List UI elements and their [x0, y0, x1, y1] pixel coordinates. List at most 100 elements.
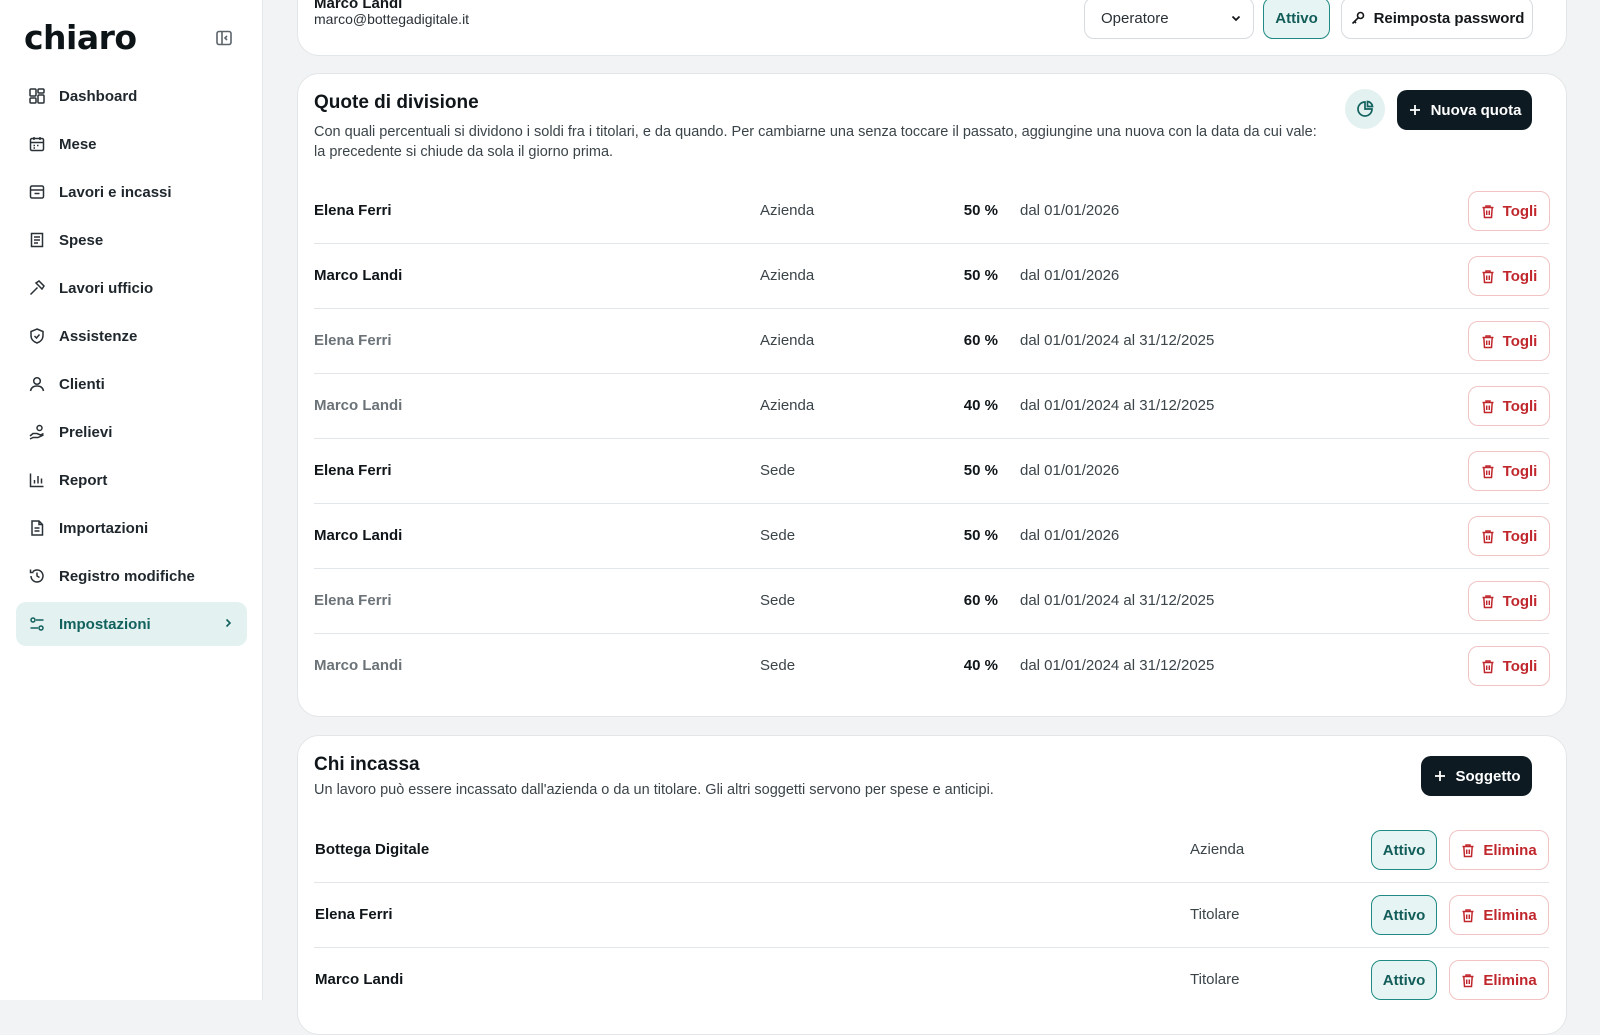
file-import-icon: [28, 519, 46, 537]
remove-label: Togli: [1502, 592, 1538, 610]
remove-label: Togli: [1502, 397, 1538, 415]
sidebar-item-lavori-incassi[interactable]: Lavori e incassi: [16, 170, 247, 214]
settings-sliders-icon: [28, 615, 46, 633]
sidebar-item-label: Report: [59, 471, 108, 489]
sidebar-item-label: Dashboard: [59, 87, 138, 105]
new-quota-button[interactable]: Nuova quota: [1397, 90, 1532, 130]
key-icon: [1350, 10, 1366, 26]
quote-scope: Azienda: [760, 202, 815, 219]
quote-row: Elena Ferri Sede 50 % dal 01/01/2026 Tog…: [314, 439, 1550, 504]
reset-password-button[interactable]: Reimposta password: [1341, 0, 1533, 39]
user-icon: [28, 375, 46, 393]
remove-label: Togli: [1502, 657, 1538, 675]
quote-scope: Sede: [760, 657, 796, 674]
subject-name: Bottega Digitale: [315, 841, 430, 858]
receipt-icon: [28, 231, 46, 249]
delete-subject-button[interactable]: Elimina: [1449, 960, 1549, 1000]
role-select[interactable]: Operatore: [1084, 0, 1254, 39]
quote-holder: Marco Landi: [314, 527, 403, 544]
quote-holder: Elena Ferri: [314, 202, 392, 219]
quote-holder: Elena Ferri: [314, 462, 392, 479]
hand-coins-icon: [28, 423, 46, 441]
remove-quota-button[interactable]: Togli: [1468, 321, 1550, 361]
hammer-icon: [28, 279, 46, 297]
quote-percent: 60 %: [963, 332, 998, 349]
quote-row: Elena Ferri Sede 60 % dal 01/01/2024 al …: [314, 569, 1550, 634]
quote-scope: Azienda: [760, 267, 815, 284]
chi-incassa-title: Chi incassa: [314, 754, 420, 775]
reset-password-label: Reimposta password: [1373, 9, 1525, 27]
chevron-right-icon: [221, 616, 235, 630]
trash-icon: [1481, 464, 1495, 479]
subject-row: Elena Ferri Titolare Attivo Elimina: [314, 883, 1549, 948]
user-status-toggle[interactable]: Attivo: [1263, 0, 1330, 39]
quote-percent: 50 %: [963, 462, 998, 479]
subject-active-toggle[interactable]: Attivo: [1371, 830, 1437, 870]
quote-title: Quote di divisione: [314, 92, 479, 113]
quote-percent: 50 %: [963, 527, 998, 544]
sidebar-item-mese[interactable]: Mese: [16, 122, 247, 166]
subject-name: Marco Landi: [315, 971, 404, 988]
remove-quota-button[interactable]: Togli: [1468, 451, 1550, 491]
quote-scope: Sede: [760, 462, 796, 479]
quote-row: Marco Landi Azienda 50 % dal 01/01/2026 …: [314, 244, 1550, 309]
remove-quota-button[interactable]: Togli: [1468, 516, 1550, 556]
trash-icon: [1481, 269, 1495, 284]
trash-icon: [1481, 529, 1495, 544]
quote-period: dal 01/01/2024 al 31/12/2025: [1020, 592, 1215, 609]
quote-scope: Azienda: [760, 332, 815, 349]
quote-holder: Marco Landi: [314, 397, 403, 414]
new-quota-label: Nuova quota: [1430, 101, 1522, 119]
quote-description-line1: Con quali percentuali si dividono i sold…: [314, 124, 1317, 140]
sidebar-item-label: Prelievi: [59, 423, 113, 441]
delete-label: Elimina: [1483, 841, 1537, 859]
sidebar-item-registro-modifiche[interactable]: Registro modifiche: [16, 554, 247, 598]
remove-quota-button[interactable]: Togli: [1468, 191, 1550, 231]
sidebar-toggle-icon[interactable]: [214, 28, 234, 48]
remove-quota-button[interactable]: Togli: [1468, 386, 1550, 426]
sidebar-item-spese[interactable]: Spese: [16, 218, 247, 262]
delete-label: Elimina: [1483, 971, 1537, 989]
add-subject-button[interactable]: Soggetto: [1421, 756, 1532, 796]
role-select-value: Operatore: [1101, 9, 1169, 27]
calendar-icon: [28, 135, 46, 153]
sidebar-item-label: Lavori e incassi: [59, 183, 172, 201]
quote-period: dal 01/01/2024 al 31/12/2025: [1020, 397, 1215, 414]
quote-holder: Marco Landi: [314, 657, 403, 674]
sidebar-item-prelievi[interactable]: Prelievi: [16, 410, 247, 454]
remove-label: Togli: [1502, 202, 1538, 220]
quote-row: Elena Ferri Azienda 60 % dal 01/01/2024 …: [314, 309, 1550, 374]
sidebar-item-report[interactable]: Report: [16, 458, 247, 502]
delete-subject-button[interactable]: Elimina: [1449, 830, 1549, 870]
sidebar-item-label: Clienti: [59, 375, 105, 393]
sidebar-item-label: Impostazioni: [59, 615, 151, 633]
sidebar-item-clienti[interactable]: Clienti: [16, 362, 247, 406]
inbox-icon: [28, 183, 46, 201]
quote-scope: Sede: [760, 592, 796, 609]
quote-holder: Elena Ferri: [314, 332, 392, 349]
remove-quota-button[interactable]: Togli: [1468, 646, 1550, 686]
quote-percent: 40 %: [963, 657, 998, 674]
subject-active-toggle[interactable]: Attivo: [1371, 960, 1437, 1000]
quote-holder: Elena Ferri: [314, 592, 392, 609]
sidebar-item-importazioni[interactable]: Importazioni: [16, 506, 247, 550]
subject-type: Titolare: [1190, 971, 1240, 988]
chi-incassa-card: Chi incassa Un lavoro può essere incassa…: [297, 735, 1567, 1035]
subject-active-toggle[interactable]: Attivo: [1371, 895, 1437, 935]
delete-subject-button[interactable]: Elimina: [1449, 895, 1549, 935]
sidebar-item-dashboard[interactable]: Dashboard: [16, 74, 247, 118]
quote-row: Marco Landi Sede 40 % dal 01/01/2024 al …: [314, 634, 1550, 699]
remove-quota-button[interactable]: Togli: [1468, 256, 1550, 296]
brand-logo[interactable]: chiaro: [24, 18, 137, 57]
sidebar-item-impostazioni[interactable]: Impostazioni: [16, 602, 247, 646]
delete-label: Elimina: [1483, 906, 1537, 924]
user-card: Marco Landi marco@bottegadigitale.it Ope…: [297, 0, 1567, 56]
shield-icon: [28, 327, 46, 345]
trash-icon: [1481, 594, 1495, 609]
quote-period: dal 01/01/2026: [1020, 462, 1120, 479]
sidebar-item-lavori-ufficio[interactable]: Lavori ufficio: [16, 266, 247, 310]
pie-chart-button[interactable]: [1345, 89, 1385, 129]
remove-quota-button[interactable]: Togli: [1468, 581, 1550, 621]
main-content: Marco Landi marco@bottegadigitale.it Ope…: [263, 0, 1600, 1035]
sidebar-item-assistenze[interactable]: Assistenze: [16, 314, 247, 358]
